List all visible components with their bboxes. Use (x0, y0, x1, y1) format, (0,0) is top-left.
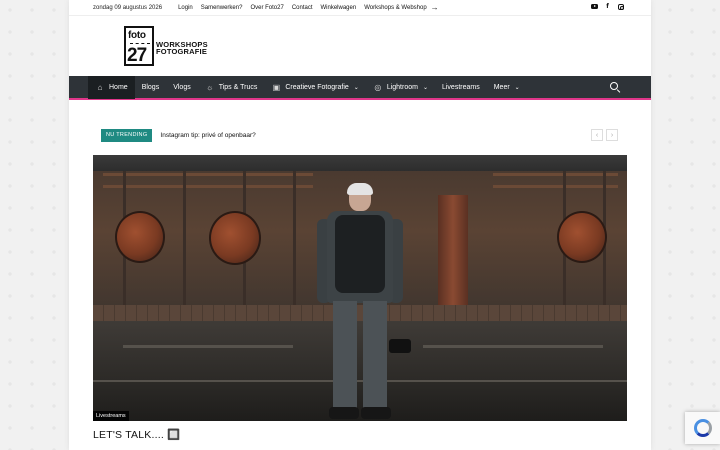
camera-icon: ▣ (272, 82, 281, 92)
nav-item-meer[interactable]: Meer ⌄ (487, 76, 527, 99)
nav-item-tips-trucs[interactable]: ☼ Tips & Trucs (198, 76, 265, 99)
category-badge[interactable]: Livestreams (93, 411, 129, 421)
top-bar: zondag 09 augustus 2026 Login Samenwerke… (69, 0, 651, 16)
chevron-down-icon: ⌄ (353, 84, 359, 91)
social-links: f (591, 3, 624, 10)
lightbulb-icon: ☼ (206, 82, 214, 92)
nav-item-label: Blogs (141, 83, 160, 91)
current-date: zondag 09 augustus 2026 (93, 4, 163, 11)
facebook-icon[interactable]: f (604, 3, 611, 10)
workshops-webshop-link[interactable]: Workshops & Webshop → (364, 2, 439, 12)
workshops-webshop-label: Workshops & Webshop (364, 4, 427, 11)
nav-item-blogs[interactable]: Blogs (135, 76, 167, 99)
instagram-icon[interactable] (617, 3, 624, 10)
nav-item-label: Lightroom (386, 83, 418, 91)
aperture-icon: ◎ (374, 82, 382, 92)
nav-item-label: Home (109, 83, 128, 91)
search-icon[interactable] (610, 82, 621, 93)
nav-item-label: Vlogs (173, 83, 191, 91)
logo-frame: foto 27 (124, 26, 154, 66)
nav-item-label: Meer (493, 83, 510, 91)
logo-number: 27 (127, 45, 147, 66)
trending-next-button[interactable]: › (606, 129, 618, 141)
nav-item-creatieve-fotografie[interactable]: ▣ Creatieve Fotografie ⌄ (264, 76, 365, 99)
recaptcha-badge[interactable] (685, 412, 720, 444)
photographer-figure (315, 183, 411, 421)
recaptcha-icon (693, 419, 712, 437)
trending-tag: NU TRENDING (101, 128, 153, 142)
main-navigation: ⌂ Home Blogs Vlogs ☼ Tips & Trucs ▣ Crea… (69, 75, 651, 100)
chevron-down-icon: ⌄ (422, 84, 428, 91)
winkelwagen-link[interactable]: Winkelwagen (321, 5, 357, 11)
contact-link[interactable]: Contact (292, 5, 313, 11)
site-logo[interactable]: foto 27 WORKSHOPS FOTOGRAFIE (124, 26, 214, 68)
nav-item-home[interactable]: ⌂ Home (88, 75, 135, 99)
featured-image[interactable]: Livestreams (93, 155, 627, 421)
youtube-icon[interactable] (591, 3, 598, 10)
over-foto27-link[interactable]: Over Foto27 (250, 5, 283, 11)
trending-prev-button[interactable]: ‹ (591, 129, 603, 141)
header-logo-area: foto 27 WORKSHOPS FOTOGRAFIE (69, 16, 651, 76)
logo-word-foto: foto (128, 30, 146, 41)
trending-controls: ‹ › (591, 129, 618, 141)
nav-item-livestreams[interactable]: Livestreams (435, 76, 487, 99)
nav-item-label: Livestreams (441, 83, 480, 91)
nav-item-vlogs[interactable]: Vlogs (166, 76, 198, 99)
nav-item-label: Tips & Trucs (218, 83, 258, 91)
trending-article-link[interactable]: Instagram tip: privé of openbaar? (160, 132, 255, 139)
nav-item-label: Creatieve Fotografie (285, 83, 349, 91)
post-title[interactable]: LET'S TALK.... 🔲 (93, 428, 180, 441)
trending-bar: NU TRENDING Instagram tip: privé of open… (101, 128, 618, 142)
page-container: zondag 09 augustus 2026 Login Samenwerke… (69, 0, 651, 450)
home-icon: ⌂ (97, 82, 103, 92)
nav-item-lightroom[interactable]: ◎ Lightroom ⌄ (366, 76, 435, 99)
samenwerken-link[interactable]: Samenwerken? (201, 5, 243, 11)
logo-line-2: FOTOGRAFIE (156, 47, 208, 56)
arrow-right-icon: → (430, 2, 439, 12)
login-link[interactable]: Login (178, 5, 193, 11)
chevron-down-icon: ⌄ (514, 84, 520, 91)
